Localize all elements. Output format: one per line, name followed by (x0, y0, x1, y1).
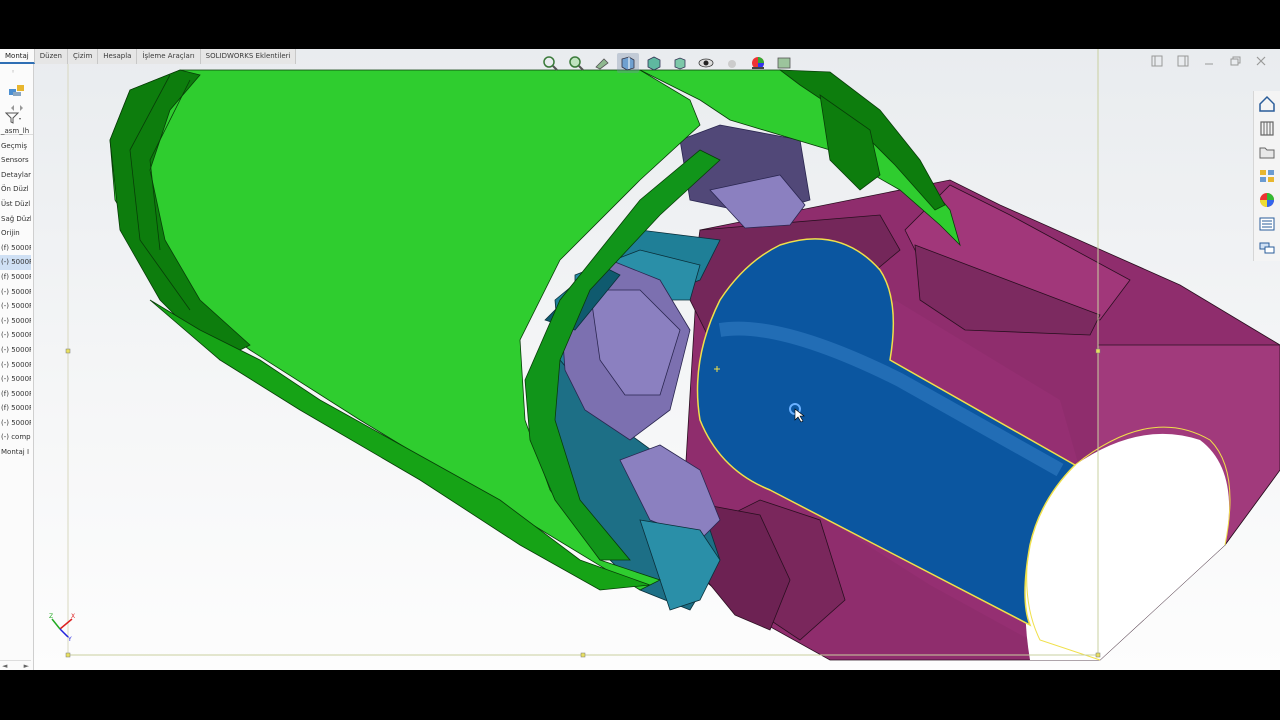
task-pane (1253, 91, 1280, 261)
hide-show-icon[interactable] (695, 53, 717, 73)
tree-item[interactable]: Üst Düzl (0, 197, 31, 212)
section-view-icon[interactable] (617, 53, 639, 73)
zoom-to-fit-icon[interactable] (539, 53, 561, 73)
tab--izim[interactable]: Çizim (68, 49, 99, 64)
restore-icon[interactable] (1228, 55, 1242, 69)
tree-item[interactable]: (-) 5000F (0, 285, 31, 300)
tree-item[interactable]: (f) 5000F (0, 387, 31, 402)
tree-item[interactable]: (-) 5000F (0, 328, 31, 343)
feature-manager-panel: ◦ _asm_lh Geçmiş Sensors Detaylar Ön Düzl Üst… (0, 64, 34, 670)
reference-triad: X Z Y (48, 611, 78, 645)
tree-item[interactable]: (-) comp (0, 430, 31, 445)
tab-montaj[interactable]: Montaj (0, 49, 35, 64)
tab-solidworks-eklentileri[interactable]: SOLIDWORKS Eklentileri (200, 49, 297, 64)
scroll-left-icon[interactable]: ◄ (2, 661, 7, 670)
tree-item[interactable]: Montaj I (0, 445, 31, 460)
design-library-icon[interactable] (1255, 117, 1279, 139)
triad-x-label: X (71, 613, 75, 620)
tile-icon[interactable] (1150, 55, 1164, 69)
tree-item[interactable]: (-) 5000F (0, 314, 31, 329)
triad-y-label: Y (67, 636, 72, 641)
tree-item[interactable]: (f) 5000F (0, 270, 31, 285)
view-orientation-icon[interactable] (643, 53, 665, 73)
new-window-icon[interactable] (1176, 55, 1190, 69)
close-icon[interactable] (1254, 55, 1268, 69)
solidworks-window: Montaj Düzen Çizim Hesapla İşleme Araçları SO… (0, 49, 1280, 670)
tree-item[interactable]: (-) 5000F (0, 372, 31, 387)
appearances-icon[interactable] (1255, 189, 1279, 211)
collapse-icon[interactable]: ◦ (11, 68, 15, 76)
tree-item[interactable]: Sağ Düzl (0, 212, 31, 227)
tree-horizontal-scrollbar[interactable]: ◄ ► (0, 660, 31, 670)
apply-scene-icon[interactable] (747, 53, 769, 73)
tree-item[interactable]: Detaylar (0, 168, 31, 183)
tree-item[interactable]: (f) 5000F (0, 241, 31, 256)
tree-item[interactable]: Sensors (0, 153, 31, 168)
zoom-area-icon[interactable] (565, 53, 587, 73)
minimize-icon[interactable] (1202, 55, 1216, 69)
tree-item[interactable]: (f) 5000F (0, 401, 31, 416)
tab-i-leme-ara-lar-[interactable]: İşleme Araçları (137, 49, 201, 64)
edit-appearance-icon[interactable] (721, 53, 743, 73)
triad-z-label: Z (49, 613, 53, 620)
tree-item[interactable]: (-) 5000F (0, 358, 31, 373)
previous-view-icon[interactable] (591, 53, 613, 73)
tree-item[interactable]: (-) 5000F (0, 255, 31, 270)
feature-tree: _asm_lh Geçmiş Sensors Detaylar Ön Düzl Üst D… (0, 124, 31, 460)
custom-properties-icon[interactable] (1255, 213, 1279, 235)
view-palette-icon[interactable] (1255, 165, 1279, 187)
heads-up-view-toolbar (539, 53, 795, 75)
file-explorer-icon[interactable] (1255, 141, 1279, 163)
tree-item[interactable]: _asm_lh (0, 124, 31, 139)
document-window-controls (1150, 55, 1268, 69)
tree-item[interactable]: (-) 5000F (0, 299, 31, 314)
command-manager-tabs: Montaj Düzen Çizim Hesapla İşleme Araçları SO… (0, 49, 297, 64)
tab-hesapla[interactable]: Hesapla (98, 49, 138, 64)
forum-icon[interactable] (1255, 237, 1279, 259)
display-style-icon[interactable] (669, 53, 691, 73)
home-icon[interactable] (1255, 93, 1279, 115)
graphics-area[interactable]: X Z Y (34, 49, 1280, 670)
tree-item[interactable]: Geçmiş (0, 139, 31, 154)
tab-d-zen[interactable]: Düzen (34, 49, 68, 64)
tree-item[interactable]: Orijin (0, 226, 31, 241)
tree-item[interactable]: Ön Düzl (0, 182, 31, 197)
scroll-right-icon[interactable]: ► (24, 661, 29, 670)
view-settings-icon[interactable] (773, 53, 795, 73)
tree-item[interactable]: (-) 5000F (0, 416, 31, 431)
tree-item[interactable]: (-) 5000F (0, 343, 31, 358)
assembly-section-view[interactable] (34, 49, 1280, 670)
